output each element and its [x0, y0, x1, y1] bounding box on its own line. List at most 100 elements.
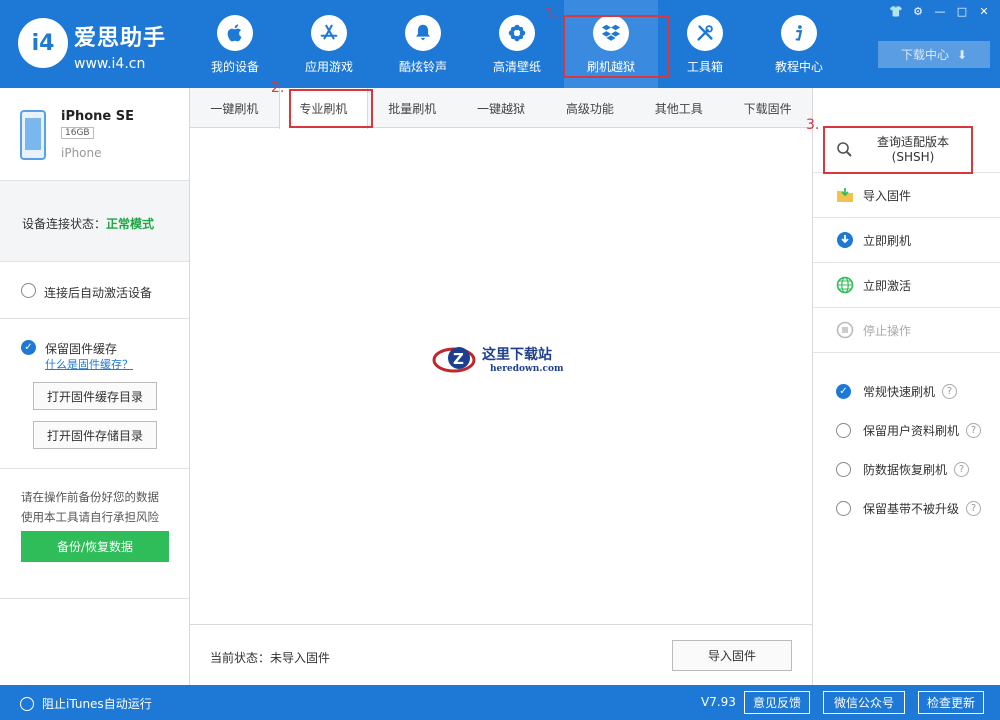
auto-activate-label: 连接后自动激活设备	[44, 286, 153, 300]
help-icon[interactable]: ?	[954, 462, 970, 477]
step-2-label: 2.	[271, 80, 285, 96]
box-icon	[593, 15, 629, 51]
tab-one-click-jailbreak[interactable]: 一键越狱	[457, 88, 546, 128]
block-itunes-radio[interactable]	[20, 696, 34, 711]
opt-quick-flash[interactable]: ✓ 常规快速刷机 ?	[836, 383, 958, 400]
open-store-dir-button[interactable]: 打开固件存储目录	[33, 421, 157, 449]
bottom-bar: 阻止iTunes自动运行 V7.93 意见反馈 微信公众号 检查更新	[0, 685, 1000, 720]
stop-operation-label: 停止操作	[863, 323, 912, 338]
keep-cache-checkbox[interactable]: ✓	[21, 340, 36, 355]
quick-flash-radio[interactable]: ✓	[836, 384, 851, 399]
block-itunes-label: 阻止iTunes自动运行	[42, 697, 152, 711]
activate-now-item[interactable]: 立即激活	[813, 263, 1000, 308]
connection-status-value: 正常模式	[106, 217, 155, 231]
nav-my-device[interactable]: 我的设备	[188, 0, 282, 88]
query-shsh-label: 查询适配版本 (SHSH)	[863, 135, 963, 165]
version-label: V7.93	[701, 695, 736, 709]
download-center-label: 下载中心	[900, 48, 949, 62]
backup-restore-button[interactable]: 备份/恢复数据	[21, 531, 169, 562]
help-icon[interactable]: ?	[966, 423, 982, 438]
tab-other-tools[interactable]: 其他工具	[634, 88, 723, 128]
opt-anti-recovery[interactable]: 防数据恢复刷机 ?	[836, 461, 970, 478]
nav-label: 教程中心	[774, 60, 823, 74]
tab-download-firmware[interactable]: 下载固件	[723, 88, 812, 128]
info-icon	[781, 15, 817, 51]
brand: 爱思助手 www.i4.cn	[74, 20, 166, 72]
check-update-button[interactable]: 检查更新	[918, 691, 984, 714]
connection-status: 设备连接状态：正常模式	[0, 181, 189, 262]
tab-advanced[interactable]: 高级功能	[545, 88, 634, 128]
quick-flash-label: 常规快速刷机	[863, 385, 936, 399]
wechat-button[interactable]: 微信公众号	[823, 691, 905, 714]
step-3-label: 3.	[806, 117, 820, 133]
nav-label: 应用游戏	[304, 60, 353, 74]
keep-data-label: 保留用户资料刷机	[863, 424, 960, 438]
nav-flash-jailbreak[interactable]: 刷机越狱	[564, 0, 658, 88]
what-is-cache-link[interactable]: 什么是固件缓存？	[45, 356, 133, 372]
nav-label: 酷炫铃声	[398, 60, 447, 74]
brand-url: www.i4.cn	[74, 56, 146, 72]
download-center-button[interactable]: 下载中心 ⬇	[878, 41, 990, 68]
keep-baseband-label: 保留基带不被升级	[863, 502, 960, 516]
block-itunes-option[interactable]: 阻止iTunes自动运行	[20, 695, 152, 712]
watermark-url: heredown.com	[490, 364, 564, 374]
watermark-title: 这里下载站	[482, 346, 552, 363]
import-firmware-item[interactable]: 导入固件	[813, 173, 1000, 218]
watermark-logo: Z 这里下载站 heredown.com	[432, 346, 564, 374]
right-panel: 查询适配版本 (SHSH) 导入固件 立即刷机 立即激活 停止操作 ✓ 常规快速…	[812, 88, 1000, 685]
nav-ringtones[interactable]: 酷炫铃声	[376, 0, 470, 88]
query-shsh-button[interactable]: 查询适配版本 (SHSH)	[813, 128, 1000, 173]
nav-tutorials[interactable]: 教程中心	[752, 0, 846, 88]
stop-operation-item[interactable]: 停止操作	[813, 308, 1000, 353]
help-icon[interactable]: ?	[942, 384, 958, 399]
nav-apps-games[interactable]: 应用游戏	[282, 0, 376, 88]
keep-data-radio[interactable]	[836, 423, 851, 438]
status-bar: 当前状态：未导入固件 导入固件	[190, 624, 812, 685]
close-icon[interactable]: ✕	[976, 4, 992, 18]
device-capacity: 16GB	[61, 127, 94, 139]
feedback-button[interactable]: 意见反馈	[744, 691, 810, 714]
stop-icon	[836, 321, 854, 339]
auto-activate-radio[interactable]	[21, 283, 36, 298]
nav-toolbox[interactable]: 工具箱	[658, 0, 752, 88]
opt-keep-data[interactable]: 保留用户资料刷机 ?	[836, 422, 982, 439]
flash-icon	[836, 231, 854, 249]
flash-now-label: 立即刷机	[863, 233, 912, 248]
activate-now-label: 立即激活	[863, 278, 912, 293]
connection-status-label: 设备连接状态：	[22, 217, 107, 231]
anti-recovery-label: 防数据恢复刷机	[863, 463, 948, 477]
help-icon[interactable]: ?	[966, 501, 982, 516]
device-name: iPhone SE	[61, 109, 135, 124]
nav-label: 高清壁纸	[492, 60, 541, 74]
warning-line: 请在操作前备份好您的数据	[21, 490, 159, 504]
tab-batch-flash[interactable]: 批量刷机	[368, 88, 457, 128]
nav-label: 工具箱	[686, 60, 723, 74]
warning-text: 请在操作前备份好您的数据 使用本工具请自行承担风险	[21, 487, 159, 527]
open-cache-dir-button[interactable]: 打开固件缓存目录	[33, 382, 157, 410]
header: i4 爱思助手 www.i4.cn 我的设备 应用游戏 酷炫铃声 高清壁纸 刷机…	[0, 0, 1000, 88]
flash-now-item[interactable]: 立即刷机	[813, 218, 1000, 263]
left-panel: iPhone SE 16GB iPhone 设备连接状态：正常模式 连接后自动激…	[0, 88, 190, 685]
current-status: 当前状态：未导入固件	[210, 651, 331, 665]
query-shsh-line: (SHSH)	[891, 150, 935, 164]
main-nav: 我的设备 应用游戏 酷炫铃声 高清壁纸 刷机越狱 工具箱 教程中心	[188, 0, 846, 88]
opt-keep-baseband[interactable]: 保留基带不被升级 ?	[836, 500, 982, 517]
auto-activate-option[interactable]: 连接后自动激活设备	[0, 262, 189, 319]
keep-baseband-radio[interactable]	[836, 501, 851, 516]
folder-import-icon	[836, 186, 854, 204]
import-firmware-button[interactable]: 导入固件	[672, 640, 792, 671]
warning-line: 使用本工具请自行承担风险	[21, 510, 159, 524]
flower-icon	[499, 15, 535, 51]
gear-icon[interactable]: ⚙	[910, 4, 926, 18]
tab-one-click-flash[interactable]: 一键刷机	[190, 88, 279, 128]
bell-icon	[405, 15, 441, 51]
tab-pro-flash[interactable]: 专业刷机	[278, 88, 368, 129]
anti-recovery-radio[interactable]	[836, 462, 851, 477]
maximize-icon[interactable]: □	[954, 4, 970, 18]
app-store-icon	[311, 15, 347, 51]
shirt-icon[interactable]: 👕	[888, 4, 904, 18]
device-info: iPhone SE 16GB iPhone	[0, 88, 189, 181]
minimize-icon[interactable]: —	[932, 4, 948, 18]
firmware-cache-section: ✓ 保留固件缓存 什么是固件缓存？ 打开固件缓存目录 打开固件存储目录	[0, 319, 189, 469]
brand-name: 爱思助手	[74, 26, 167, 51]
